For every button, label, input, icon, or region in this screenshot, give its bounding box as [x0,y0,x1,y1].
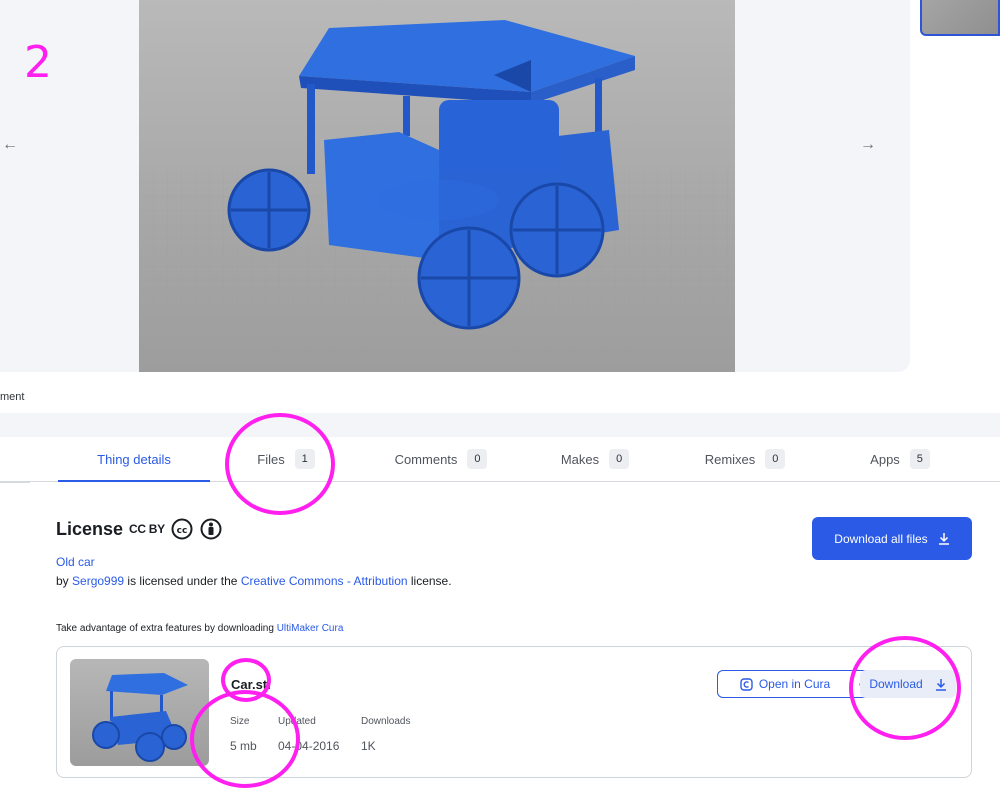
divider-band [0,413,1000,437]
cura-note-text: Take advantage of extra features by down… [56,623,277,634]
open-in-cura-button[interactable]: Open in Cura [717,670,853,698]
license-title: License [56,519,124,539]
license-by: by [56,574,73,588]
annotation-circle-files [225,413,335,515]
annotation-circle-download [849,636,961,740]
arrow-left-icon[interactable]: ← [2,136,18,154]
file-thumbnail[interactable] [70,659,209,766]
model-image[interactable] [139,0,735,372]
thing-name-link[interactable]: Old car [56,555,95,569]
author-link[interactable]: Sergo999 [72,574,124,588]
car-thumbnail-render [92,673,188,762]
gallery-caption: ment [0,391,25,403]
tab-count: 0 [467,449,488,469]
tab-count: 0 [609,449,630,469]
tab-makes[interactable]: Makes 0 [540,437,650,481]
license-middle: is licensed under the [124,574,241,588]
license-link[interactable]: Creative Commons - Attribution [241,574,408,588]
annotation-circle-size [190,690,300,788]
tab-label: Makes [560,451,600,467]
tab-comments[interactable]: Comments 0 [376,437,506,481]
tab-bar: Thing details Files 1 Comments 0 Makes 0… [0,437,1000,482]
tab-thing-details[interactable]: Thing details [58,437,210,482]
car-render [139,20,735,372]
download-all-label: Download all files [834,531,928,546]
tab-count: 0 [765,449,786,469]
tab-count: 5 [909,449,930,469]
download-all-button[interactable]: Download all files [812,517,972,560]
step-number: 2 [24,37,52,88]
file-card: Car.stl Size 5 mb Updated 04-04-2016 Dow… [56,646,972,778]
downloads-label: Downloads [361,716,411,727]
tab-label: Apps [870,451,900,467]
tab-label: Thing details [97,451,171,467]
download-icon [938,533,949,545]
cura-icon [740,677,753,691]
cura-link[interactable]: UltiMaker Cura [277,623,344,634]
tab-label: Comments [394,451,458,467]
thumbnail-active[interactable] [920,0,1000,36]
license-type: CC BY [129,522,165,536]
cc-icon: cc [171,518,193,540]
attribution-icon [200,518,222,540]
svg-text:cc: cc [177,526,188,536]
arrow-right-icon[interactable]: → [860,136,876,154]
cura-note: Take advantage of extra features by down… [56,623,343,634]
tab-label: Remixes [704,451,756,467]
open-in-cura-label: Open in Cura [758,677,831,691]
tab-remixes[interactable]: Remixes 0 [690,437,800,481]
tab-apps[interactable]: Apps 5 [850,437,950,481]
downloads-value: 1K [361,739,376,753]
license-end: license. [407,574,452,588]
divider [0,481,30,483]
license-statement: by Sergo999 is licensed under the Creati… [56,574,452,588]
